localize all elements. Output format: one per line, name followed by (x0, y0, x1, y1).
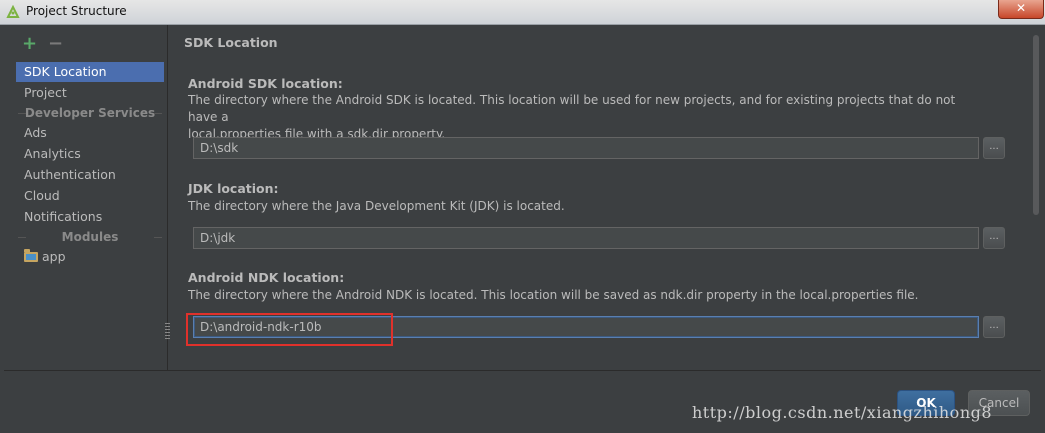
developer-services-header: Developer Services (16, 104, 164, 122)
add-icon[interactable]: + (22, 33, 37, 54)
jdk-browse-button[interactable]: ... (983, 227, 1005, 249)
sidebar-item-notifications[interactable]: Notifications (16, 207, 164, 227)
title-bar: Project Structure ✕ (0, 0, 1045, 25)
android-logo-icon (6, 5, 20, 18)
sidebar-item-sdk-location[interactable]: SDK Location (16, 62, 164, 82)
jdk-label: JDK location: (188, 181, 279, 196)
modules-header: Modules (16, 228, 164, 246)
sidebar-item-ads[interactable]: Ads (16, 123, 164, 143)
android-sdk-browse-button[interactable]: ... (983, 137, 1005, 159)
sidebar-item-cloud[interactable]: Cloud (16, 186, 164, 206)
android-sdk-description-line1: The directory where the Android SDK is l… (188, 93, 956, 124)
ndk-highlight-box (186, 313, 393, 346)
module-folder-icon (24, 249, 38, 262)
android-sdk-path-field[interactable]: D:\sdk (193, 137, 979, 159)
section-title: SDK Location (184, 35, 278, 50)
android-ndk-description: The directory where the Android NDK is l… (188, 288, 919, 302)
android-ndk-browse-button[interactable]: ... (983, 316, 1005, 338)
android-sdk-label: Android SDK location: (188, 76, 343, 91)
project-structure-dialog: + − SDK Location Project Developer Servi… (4, 25, 1041, 433)
android-sdk-description: The directory where the Android SDK is l… (188, 92, 988, 143)
footer-divider (4, 370, 1041, 371)
watermark-text: http://blog.csdn.net/xiangzhihong8 (692, 403, 993, 422)
sidebar-item-project[interactable]: Project (16, 83, 164, 103)
remove-icon[interactable]: − (48, 33, 63, 54)
sidebar-item-analytics[interactable]: Analytics (16, 144, 164, 164)
sidebar-item-authentication[interactable]: Authentication (16, 165, 164, 185)
sidebar-item-app[interactable]: app (16, 247, 164, 267)
android-ndk-label: Android NDK location: (188, 270, 345, 285)
scrollbar-thumb[interactable] (1033, 35, 1039, 215)
module-label: app (42, 249, 66, 264)
jdk-description: The directory where the Java Development… (188, 199, 565, 213)
sidebar: + − SDK Location Project Developer Servi… (4, 25, 168, 370)
close-button[interactable]: ✕ (998, 0, 1044, 19)
jdk-path-field[interactable]: D:\jdk (193, 227, 979, 249)
window-title: Project Structure (26, 4, 127, 18)
sdk-location-panel: SDK Location Android SDK location: The d… (170, 25, 1030, 370)
